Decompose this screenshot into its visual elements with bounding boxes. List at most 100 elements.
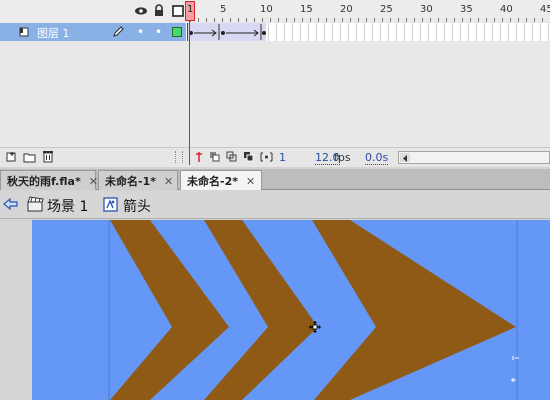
frame-cell[interactable] xyxy=(453,23,461,41)
back-arrow-icon[interactable] xyxy=(3,196,19,215)
frame-cell[interactable] xyxy=(285,23,293,41)
ruler-tick xyxy=(230,18,231,22)
layer-name-cell[interactable]: 图层 1 • • xyxy=(0,23,186,41)
onion-markers-icon[interactable] xyxy=(260,151,273,166)
eye-icon[interactable] xyxy=(134,4,148,18)
ruler-tick xyxy=(246,18,247,22)
playhead[interactable]: 1 xyxy=(185,1,195,21)
new-folder-icon[interactable] xyxy=(23,151,36,166)
frame-ruler[interactable]: 151015202530354045 xyxy=(186,0,550,22)
edit-multiple-frames-icon[interactable] xyxy=(243,151,255,166)
ruler-tick xyxy=(310,18,311,22)
frame-cell[interactable] xyxy=(357,23,365,41)
ruler-tick xyxy=(510,18,511,22)
motion-tween[interactable] xyxy=(187,23,266,41)
frame-cell[interactable] xyxy=(317,23,325,41)
onion-skin-icon[interactable] xyxy=(209,151,221,166)
chevron-shape-2[interactable] xyxy=(204,220,318,400)
tab-untitled-2[interactable]: 未命名-2* ✕ xyxy=(180,170,262,190)
fps-unit: fps xyxy=(334,151,351,164)
frame-cell[interactable] xyxy=(509,23,517,41)
frame-cell[interactable] xyxy=(493,23,501,41)
frame-cell[interactable] xyxy=(341,23,349,41)
ruler-tick xyxy=(502,18,503,22)
frame-cell[interactable] xyxy=(533,23,541,41)
ruler-tick xyxy=(294,18,295,22)
frame-cell[interactable] xyxy=(269,23,277,41)
frame-cell[interactable] xyxy=(445,23,453,41)
visibility-dot[interactable]: • xyxy=(137,25,144,39)
outline-color-swatch[interactable] xyxy=(172,27,182,37)
layer-frames[interactable] xyxy=(186,23,550,41)
chevron-shape-1[interactable] xyxy=(110,220,229,400)
frame-number: 35 xyxy=(460,4,473,15)
frame-cell[interactable] xyxy=(293,23,301,41)
ruler-tick xyxy=(470,18,471,22)
frame-cell[interactable] xyxy=(301,23,309,41)
close-icon[interactable]: ✕ xyxy=(246,175,255,188)
close-icon[interactable]: ✕ xyxy=(164,175,173,188)
frame-cell[interactable] xyxy=(389,23,397,41)
frame-cell[interactable] xyxy=(525,23,533,41)
frame-cell[interactable] xyxy=(413,23,421,41)
frame-cell[interactable] xyxy=(325,23,333,41)
trash-icon[interactable] xyxy=(42,150,54,166)
layer-row[interactable]: 图层 1 • • xyxy=(0,23,550,41)
ruler-tick xyxy=(414,18,415,22)
frame-cell[interactable] xyxy=(405,23,413,41)
frame-cell[interactable] xyxy=(485,23,493,41)
lock-dot[interactable]: • xyxy=(155,25,162,39)
frame-cell[interactable] xyxy=(381,23,389,41)
frame-cell[interactable] xyxy=(277,23,285,41)
ruler-tick xyxy=(390,18,391,22)
frame-number: 25 xyxy=(380,4,393,15)
frame-cell[interactable] xyxy=(421,23,429,41)
new-layer-icon[interactable] xyxy=(5,151,17,166)
tab-qiutian-fla[interactable]: 秋天的雨f.fla* ✕ xyxy=(0,170,98,190)
frame-cell[interactable] xyxy=(333,23,341,41)
frame-cell[interactable] xyxy=(541,23,549,41)
ruler-tick xyxy=(486,18,487,22)
ruler-tick xyxy=(406,18,407,22)
timeline-footer: 1 12.0 fps 0.0s xyxy=(0,147,550,167)
scroll-left-button[interactable] xyxy=(400,153,410,162)
frame-cell[interactable] xyxy=(477,23,485,41)
frame-cell[interactable] xyxy=(397,23,405,41)
arrow-head-shape[interactable] xyxy=(312,220,516,400)
timeline-hscroll[interactable] xyxy=(398,151,550,164)
tab-label: 秋天的雨f.fla* xyxy=(7,175,81,188)
frame-number: 20 xyxy=(340,4,353,15)
ruler-tick xyxy=(446,18,447,22)
elapsed-time: 0.0s xyxy=(365,151,389,165)
ruler-tick xyxy=(262,18,263,22)
close-icon[interactable]: ✕ xyxy=(89,175,98,188)
outline-icon[interactable] xyxy=(171,4,185,18)
registration-marks xyxy=(511,356,519,382)
tab-untitled-1[interactable]: 未命名-1* ✕ xyxy=(98,170,178,190)
frame-cell[interactable] xyxy=(309,23,317,41)
frame-cell[interactable] xyxy=(517,23,525,41)
breadcrumb-scene[interactable]: 场景 1 xyxy=(47,196,88,216)
onion-outline-icon[interactable] xyxy=(226,151,238,166)
breadcrumb-symbol[interactable]: 箭头 xyxy=(123,196,151,216)
frame-cell[interactable] xyxy=(373,23,381,41)
frame-cell[interactable] xyxy=(365,23,373,41)
timeline-panel: 151015202530354045 图层 1 • • xyxy=(0,0,550,167)
frame-number: 15 xyxy=(300,4,313,15)
lock-icon[interactable] xyxy=(152,4,166,18)
frame-cell[interactable] xyxy=(501,23,509,41)
ruler-tick xyxy=(462,18,463,22)
ruler-tick xyxy=(270,18,271,22)
stage-canvas[interactable] xyxy=(32,220,550,400)
frame-cell[interactable] xyxy=(461,23,469,41)
frame-number: 40 xyxy=(500,4,513,15)
ruler-tick xyxy=(366,18,367,22)
frame-cell[interactable] xyxy=(469,23,477,41)
ruler-tick xyxy=(454,18,455,22)
frame-cell[interactable] xyxy=(429,23,437,41)
center-frame-icon[interactable] xyxy=(194,151,204,166)
frame-cell[interactable] xyxy=(349,23,357,41)
layer-type-icon xyxy=(18,26,30,41)
frame-cell[interactable] xyxy=(437,23,445,41)
splitter-grip[interactable] xyxy=(175,151,183,163)
